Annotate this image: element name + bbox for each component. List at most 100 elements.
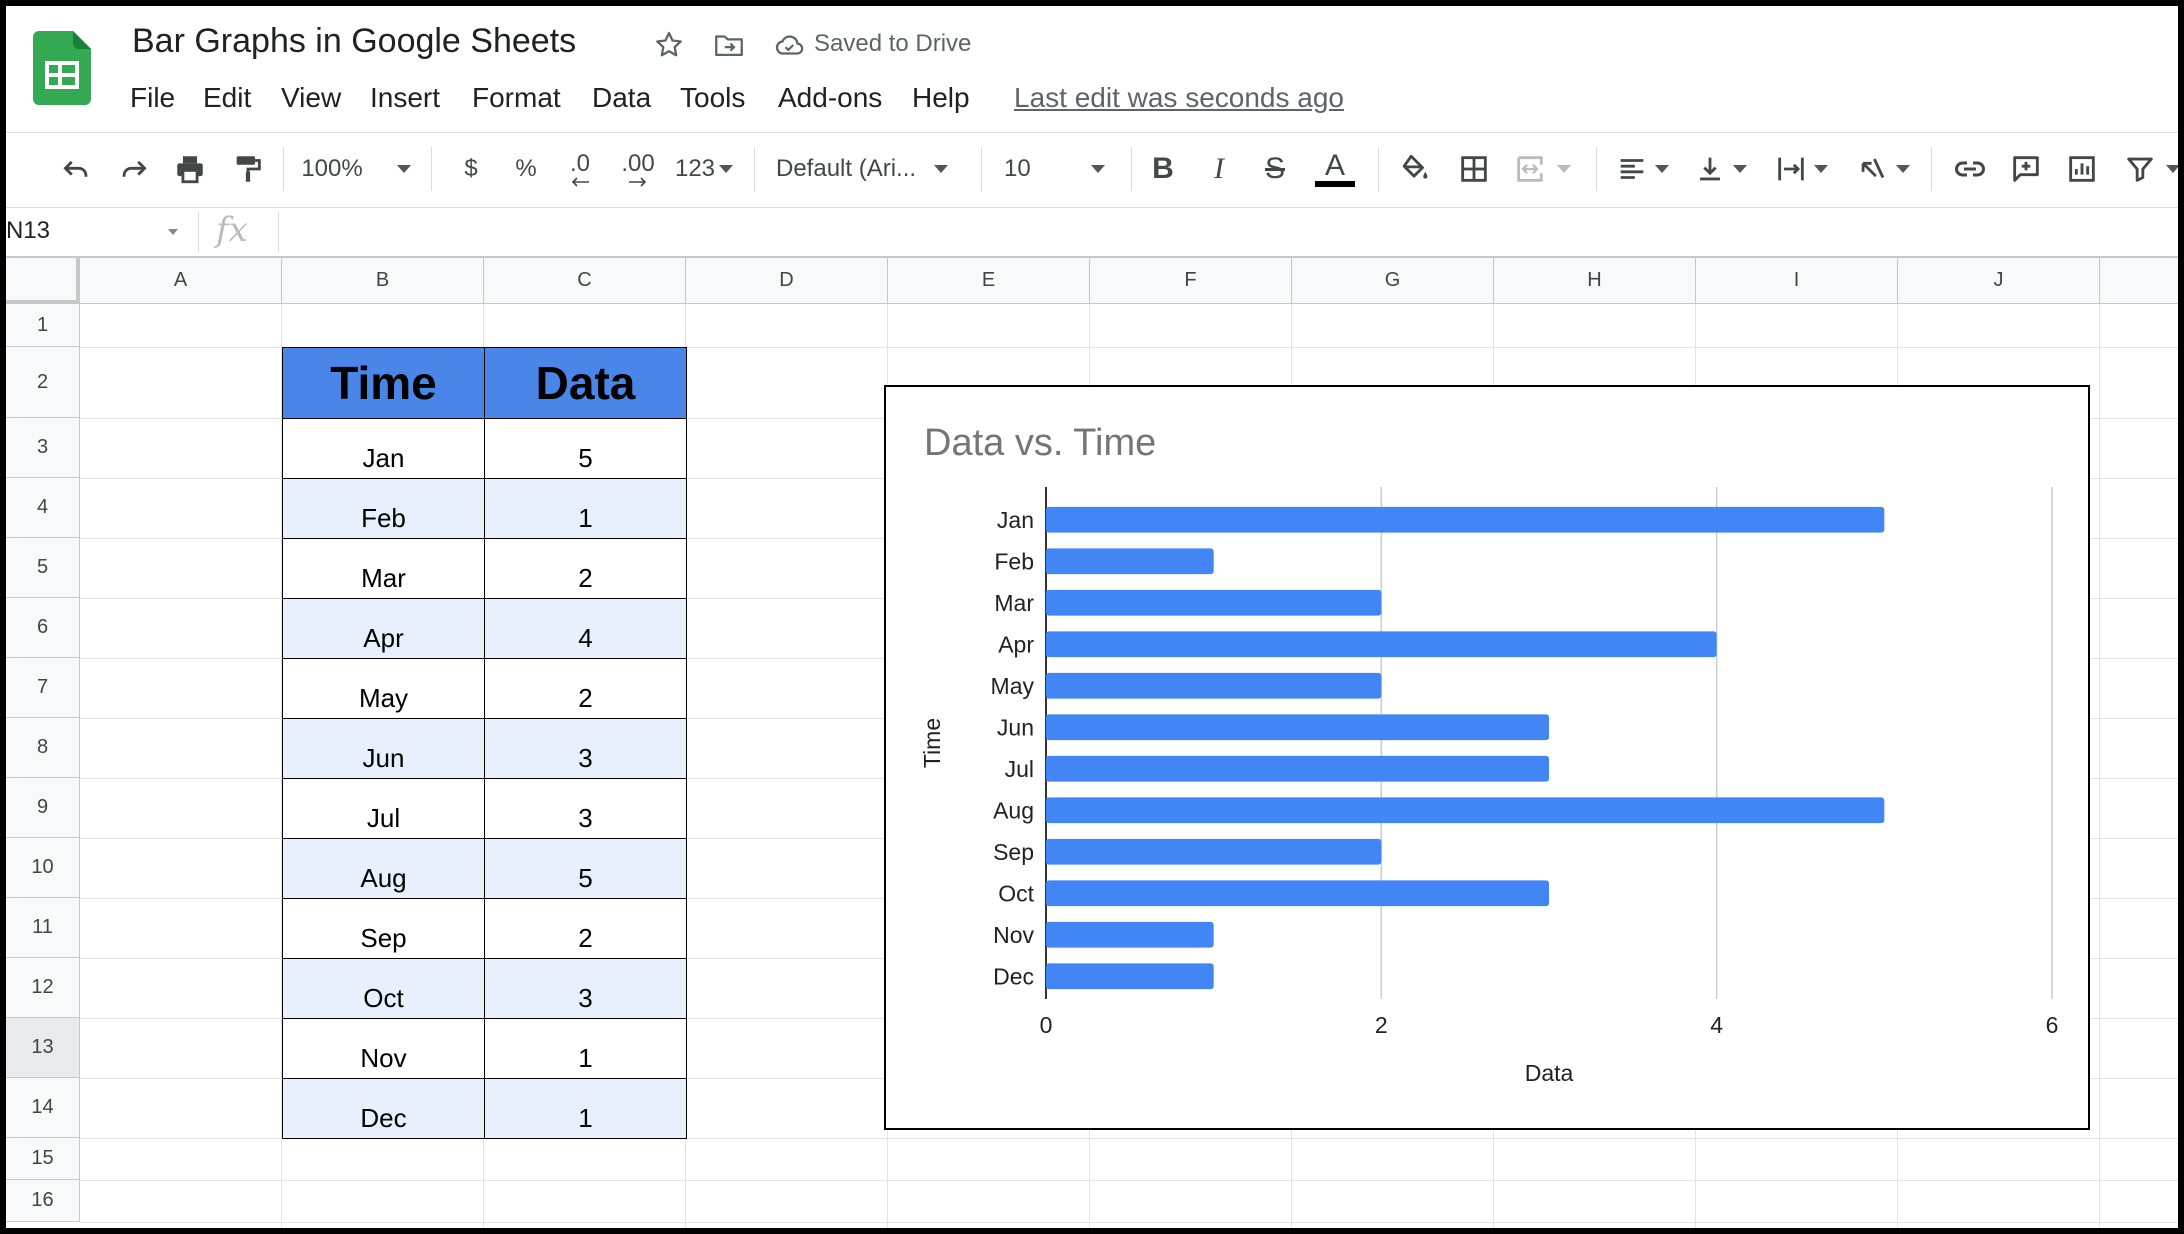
print-icon[interactable] <box>170 151 210 187</box>
column-header-d[interactable]: D <box>686 258 888 304</box>
document-title[interactable]: Bar Graphs in Google Sheets <box>132 22 576 61</box>
insert-comment-icon[interactable] <box>2006 151 2046 187</box>
horizontal-align-icon[interactable] <box>1612 151 1672 187</box>
text-rotation-icon[interactable] <box>1852 151 1914 187</box>
row-header-10[interactable]: 10 <box>6 838 80 898</box>
column-header-k[interactable] <box>2100 258 2178 304</box>
table-cell-data[interactable]: 2 <box>484 538 687 599</box>
bold-button[interactable]: B <box>1146 151 1180 187</box>
table-cell-time[interactable]: Oct <box>282 958 485 1019</box>
bar-chart[interactable]: Data vs. Time 0 2 4 6 Jan Feb Mar Apr May Jun Jul Au… <box>884 385 2090 1130</box>
insert-chart-icon[interactable] <box>2062 151 2102 187</box>
cloud-saved-icon[interactable] <box>772 28 806 62</box>
percent-format-button[interactable]: % <box>509 151 543 187</box>
filter-icon[interactable] <box>2120 151 2160 187</box>
last-edit-link[interactable]: Last edit was seconds ago <box>1014 82 1344 114</box>
column-header-j[interactable]: J <box>1898 258 2100 304</box>
merge-cells-icon[interactable] <box>1512 151 1572 187</box>
row-header-15[interactable]: 15 <box>6 1138 80 1180</box>
menu-file[interactable]: File <box>130 82 175 114</box>
strikethrough-button[interactable]: S <box>1258 151 1292 187</box>
menu-data[interactable]: Data <box>592 82 651 114</box>
table-cell-data[interactable]: 2 <box>484 898 687 959</box>
row-header-3[interactable]: 3 <box>6 418 80 478</box>
menu-view[interactable]: View <box>281 82 341 114</box>
more-formats-button[interactable]: 123 <box>672 151 736 187</box>
star-icon[interactable] <box>652 28 686 62</box>
redo-icon[interactable] <box>114 151 154 187</box>
paint-format-icon[interactable] <box>228 151 268 187</box>
font-size-select[interactable]: 10 <box>1004 151 1114 187</box>
increase-decimal-button[interactable]: .00 <box>613 151 663 187</box>
menu-format[interactable]: Format <box>472 82 561 114</box>
table-cell-data[interactable]: 3 <box>484 958 687 1019</box>
menu-edit[interactable]: Edit <box>203 82 251 114</box>
text-color-button[interactable]: A <box>1314 151 1356 187</box>
table-cell-data[interactable]: 5 <box>484 418 687 479</box>
table-header-data[interactable]: Data <box>484 347 687 419</box>
table-cell-time[interactable]: Apr <box>282 598 485 659</box>
column-header-a[interactable]: A <box>80 258 282 304</box>
table-cell-time[interactable]: Jan <box>282 418 485 479</box>
move-folder-icon[interactable] <box>712 28 746 62</box>
row-header-16[interactable]: 16 <box>6 1180 80 1222</box>
row-header-1[interactable]: 1 <box>6 304 80 347</box>
sheets-logo-icon[interactable] <box>33 31 91 105</box>
select-all-corner[interactable] <box>6 258 80 304</box>
decrease-decimal-button[interactable]: .0 <box>558 151 602 187</box>
row-header-5[interactable]: 5 <box>6 538 80 598</box>
row-header-13[interactable]: 13 <box>6 1018 80 1078</box>
table-cell-data[interactable]: 1 <box>484 1018 687 1079</box>
table-cell-time[interactable]: Dec <box>282 1078 485 1139</box>
row-header-12[interactable]: 12 <box>6 958 80 1018</box>
column-header-e[interactable]: E <box>888 258 1090 304</box>
table-cell-time[interactable]: Mar <box>282 538 485 599</box>
undo-icon[interactable] <box>56 151 96 187</box>
menu-addons[interactable]: Add-ons <box>778 82 882 114</box>
table-cell-data[interactable]: 3 <box>484 778 687 839</box>
table-cell-time[interactable]: Sep <box>282 898 485 959</box>
table-cell-time[interactable]: Jun <box>282 718 485 779</box>
table-header-time[interactable]: Time <box>282 347 485 419</box>
table-cell-data[interactable]: 4 <box>484 598 687 659</box>
menu-help[interactable]: Help <box>912 82 970 114</box>
table-cell-data[interactable]: 1 <box>484 1078 687 1139</box>
menu-tools[interactable]: Tools <box>680 82 745 114</box>
row-header-14[interactable]: 14 <box>6 1078 80 1138</box>
table-cell-time[interactable]: Aug <box>282 838 485 899</box>
row-header-6[interactable]: 6 <box>6 598 80 658</box>
formula-input[interactable] <box>296 217 2156 251</box>
font-select[interactable]: Default (Ari... <box>776 151 966 187</box>
column-header-c[interactable]: C <box>484 258 686 304</box>
text-wrapping-icon[interactable] <box>1768 151 1834 187</box>
italic-button[interactable]: I <box>1202 151 1236 187</box>
currency-format-button[interactable]: $ <box>454 151 488 187</box>
name-box[interactable]: N13 <box>6 217 186 253</box>
row-header-8[interactable]: 8 <box>6 718 80 778</box>
row-header-11[interactable]: 11 <box>6 898 80 958</box>
column-header-b[interactable]: B <box>282 258 484 304</box>
zoom-select[interactable]: 100% <box>301 151 411 187</box>
table-cell-time[interactable]: Nov <box>282 1018 485 1079</box>
table-cell-data[interactable]: 1 <box>484 478 687 539</box>
row-header-4[interactable]: 4 <box>6 478 80 538</box>
table-cell-time[interactable]: May <box>282 658 485 719</box>
insert-link-icon[interactable] <box>1950 151 1990 187</box>
menu-insert[interactable]: Insert <box>370 82 440 114</box>
column-header-g[interactable]: G <box>1292 258 1494 304</box>
table-cell-data[interactable]: 5 <box>484 838 687 899</box>
column-header-h[interactable]: H <box>1494 258 1696 304</box>
table-cell-data[interactable]: 2 <box>484 658 687 719</box>
borders-icon[interactable] <box>1454 151 1494 187</box>
column-header-i[interactable]: I <box>1696 258 1898 304</box>
vertical-align-icon[interactable] <box>1690 151 1750 187</box>
row-header-2[interactable]: 2 <box>6 347 80 418</box>
column-header-f[interactable]: F <box>1090 258 1292 304</box>
table-cell-time[interactable]: Jul <box>282 778 485 839</box>
row-header-7[interactable]: 7 <box>6 658 80 718</box>
row-header-9[interactable]: 9 <box>6 778 80 838</box>
fill-color-icon[interactable] <box>1394 151 1434 187</box>
table-cell-data[interactable]: 3 <box>484 718 687 779</box>
table-cell-time[interactable]: Feb <box>282 478 485 539</box>
filter-dropdown-icon[interactable] <box>2166 151 2178 187</box>
